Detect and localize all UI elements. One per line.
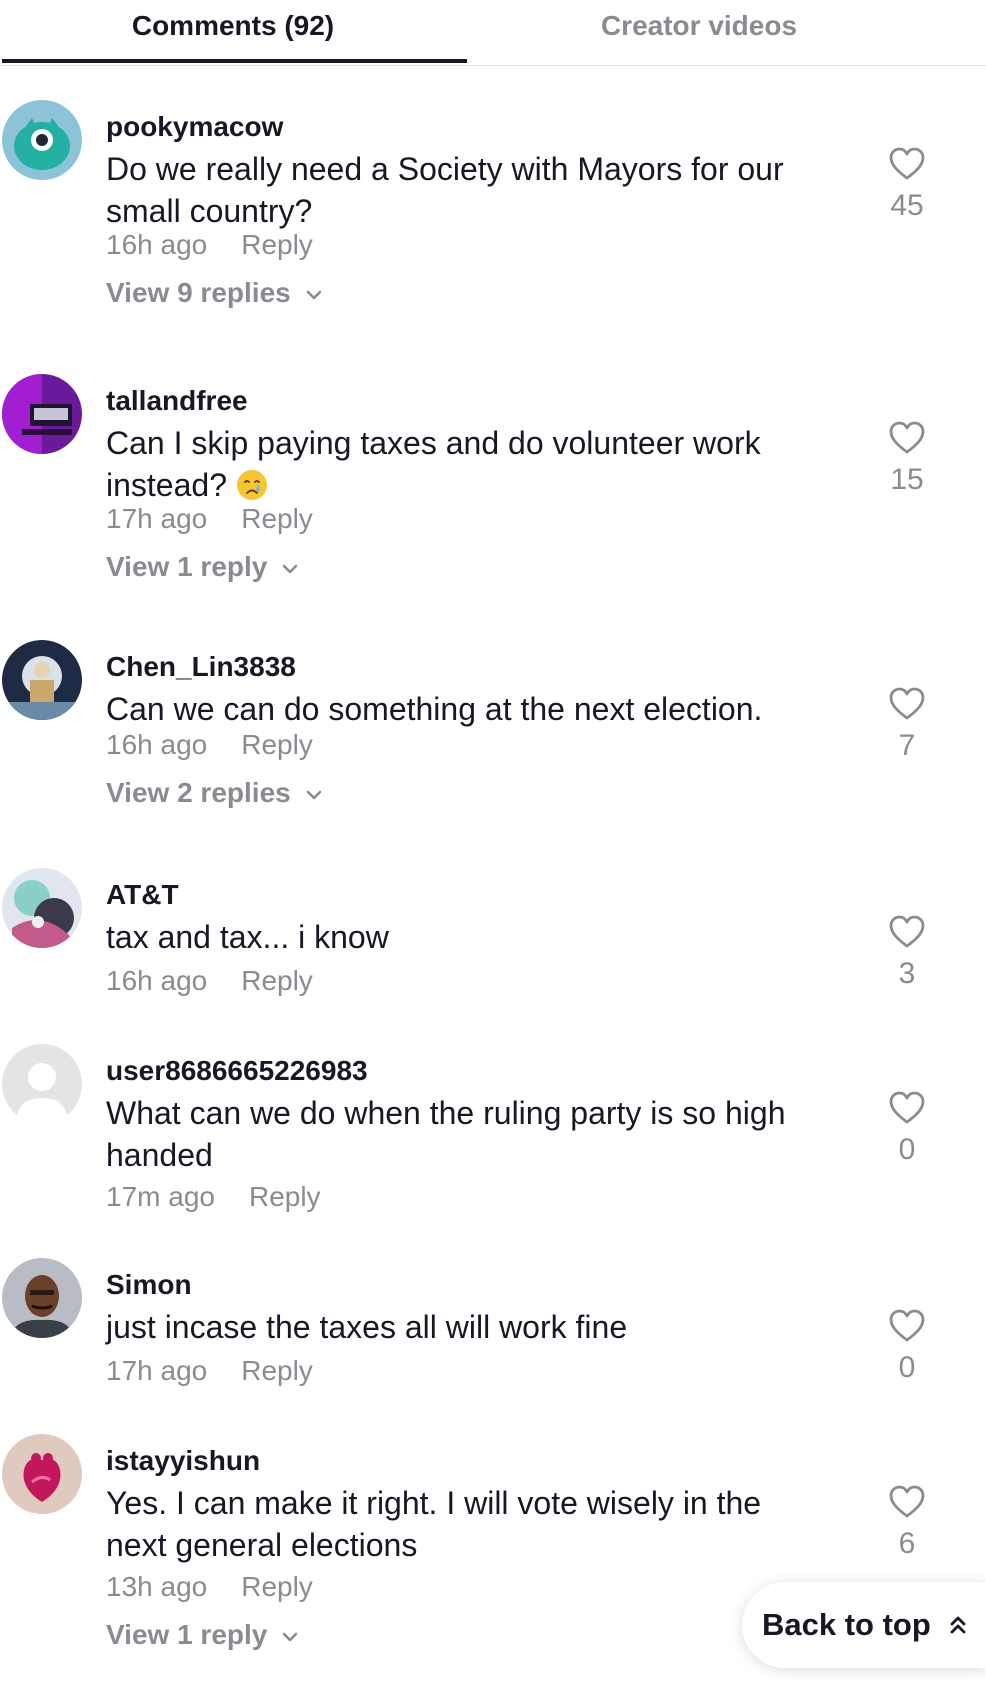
avatar[interactable]: [2, 374, 82, 454]
like-button[interactable]: 15: [870, 420, 944, 498]
heart-icon: [889, 1091, 925, 1124]
like-count: 0: [898, 1133, 916, 1166]
like-count: 6: [898, 1527, 916, 1560]
comment-time: 17h ago: [106, 503, 208, 534]
comment-meta: 16h ago Reply: [106, 228, 313, 262]
double-chevron-up-icon: [950, 1616, 966, 1634]
avatar[interactable]: [2, 1044, 82, 1124]
comment-meta: 16h ago Reply: [106, 964, 313, 998]
chevron-down-icon: [283, 1632, 298, 1641]
reply-button[interactable]: Reply: [241, 1570, 313, 1604]
reply-button[interactable]: Reply: [241, 964, 313, 998]
tab-creator-videos[interactable]: Creator videos: [466, 6, 932, 46]
comment-username[interactable]: istayyishun: [106, 1444, 260, 1478]
avatar[interactable]: [2, 1434, 82, 1514]
comment-meta: 16h ago Reply: [106, 728, 313, 762]
avatar[interactable]: [2, 640, 82, 720]
avatar[interactable]: [2, 868, 82, 948]
avatar[interactable]: [2, 100, 82, 180]
tab-comments[interactable]: Comments (92): [0, 6, 466, 46]
like-button[interactable]: 45: [870, 146, 944, 224]
like-count: 3: [898, 957, 916, 990]
back-to-top-label: Back to top: [762, 1607, 931, 1642]
comment-text-content: Can I skip paying taxes and do volunteer…: [106, 425, 761, 503]
comment-text: tax and tax... i know: [106, 919, 389, 955]
heart-icon: [889, 421, 925, 454]
comment-text: What can we do when the ruling party is …: [106, 1095, 786, 1173]
comment-username[interactable]: pookymacow: [106, 110, 283, 144]
heart-icon: [889, 1309, 925, 1342]
comment-text: Can I skip paying taxes and do volunteer…: [106, 422, 826, 506]
comment-meta: 13h ago Reply: [106, 1570, 313, 1604]
heart-icon: [889, 915, 925, 948]
like-button[interactable]: 0: [870, 1090, 944, 1168]
comment-username[interactable]: AT&T: [106, 878, 179, 912]
avatar[interactable]: [2, 1258, 82, 1338]
like-count: 15: [890, 463, 924, 496]
back-to-top-button[interactable]: Back to top: [742, 1582, 986, 1668]
comment-username[interactable]: Simon: [106, 1268, 192, 1302]
heart-icon: [889, 1485, 925, 1518]
like-button[interactable]: 7: [870, 686, 944, 764]
like-count: 45: [890, 189, 924, 222]
comment-text: Do we really need a Society with Mayors …: [106, 151, 784, 229]
like-button[interactable]: 0: [870, 1308, 944, 1386]
comment-meta: 17m ago Reply: [106, 1180, 321, 1214]
chevron-down-icon: [306, 790, 322, 799]
comment-time: 17m ago: [106, 1181, 215, 1212]
reply-button[interactable]: Reply: [241, 728, 313, 762]
comment-time: 16h ago: [106, 729, 208, 760]
view-replies-label: View 2 replies: [106, 777, 291, 808]
comment-time: 16h ago: [106, 965, 208, 996]
comment-time: 16h ago: [106, 229, 208, 260]
view-replies-label: View 9 replies: [106, 277, 291, 308]
reply-button[interactable]: Reply: [249, 1180, 321, 1214]
heart-icon: [889, 147, 925, 180]
view-replies-button[interactable]: View 1 reply: [106, 1618, 301, 1652]
comment-time: 13h ago: [106, 1571, 208, 1602]
comment-text: Can we can do something at the next elec…: [106, 691, 763, 727]
view-replies-label: View 1 reply: [106, 551, 268, 582]
comment-text: Yes. I can make it right. I will vote wi…: [106, 1485, 762, 1563]
reply-button[interactable]: Reply: [241, 1354, 313, 1388]
view-replies-button[interactable]: View 2 replies: [106, 776, 325, 810]
comment-username[interactable]: user8686665226983: [106, 1054, 368, 1088]
like-button[interactable]: 3: [870, 914, 944, 992]
comment-time: 17h ago: [106, 1355, 208, 1386]
heart-icon: [889, 687, 925, 720]
view-replies-label: View 1 reply: [106, 1619, 268, 1650]
chevron-down-icon: [283, 564, 298, 573]
like-count: 0: [898, 1351, 916, 1384]
view-replies-button[interactable]: View 1 reply: [106, 550, 301, 584]
comment-text: just incase the taxes all will work fine: [106, 1309, 628, 1345]
view-replies-button[interactable]: View 9 replies: [106, 276, 325, 310]
like-count: 7: [898, 729, 916, 762]
comment-meta: 17h ago Reply: [106, 1354, 313, 1388]
comment-username[interactable]: Chen_Lin3838: [106, 650, 296, 684]
tab-bar: Comments (92) Creator videos: [0, 0, 986, 66]
reply-button[interactable]: Reply: [241, 228, 313, 262]
chevron-down-icon: [306, 290, 322, 299]
reply-button[interactable]: Reply: [241, 502, 313, 536]
crying-face-emoji-icon: [236, 470, 267, 500]
comment-username[interactable]: tallandfree: [106, 384, 248, 418]
like-button[interactable]: 6: [870, 1484, 944, 1562]
comment-meta: 17h ago Reply: [106, 502, 313, 536]
active-tab-indicator: [2, 59, 467, 63]
